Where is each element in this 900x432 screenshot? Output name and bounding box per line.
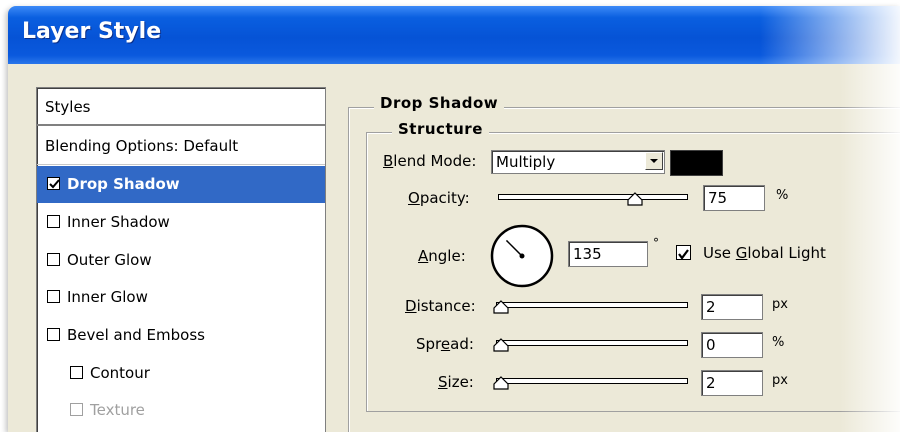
angle-input[interactable]: 135	[568, 241, 648, 267]
opacity-unit: %	[776, 188, 789, 203]
size-slider-track[interactable]	[496, 378, 688, 384]
spread-slider-track[interactable]	[496, 340, 688, 346]
chevron-down-icon[interactable]	[645, 152, 663, 170]
blend-mode-select[interactable]: Multiply	[491, 150, 665, 174]
distance-input[interactable]: 2	[701, 294, 763, 320]
use-global-light-label: Use Global Light	[703, 244, 826, 262]
spread-unit: %	[772, 335, 785, 350]
structure-title: Structure	[392, 120, 489, 138]
bevel-emboss-label: Bevel and Emboss	[67, 326, 205, 344]
distance-unit: px	[772, 297, 788, 312]
drop-shadow-section-title: Drop Shadow	[374, 94, 505, 112]
angle-unit: °	[653, 236, 659, 250]
title-bar[interactable]: Layer Style	[8, 6, 900, 64]
style-item-contour[interactable]: Contour	[37, 355, 325, 392]
texture-label: Texture	[90, 401, 145, 419]
use-global-light-checkbox[interactable]	[676, 245, 691, 260]
bevel-emboss-checkbox[interactable]	[47, 328, 60, 341]
inner-glow-checkbox[interactable]	[47, 290, 60, 303]
angle-dial[interactable]	[489, 223, 555, 289]
spread-slider-thumb[interactable]	[492, 338, 510, 352]
size-slider-thumb[interactable]	[492, 376, 510, 390]
shadow-color-swatch[interactable]	[670, 150, 723, 176]
style-item-bevel-emboss[interactable]: Bevel and Emboss	[37, 317, 325, 354]
styles-header[interactable]: Styles	[37, 88, 325, 126]
drop-shadow-checkbox[interactable]	[47, 177, 60, 190]
style-item-inner-shadow[interactable]: Inner Shadow	[37, 204, 325, 241]
opacity-slider-track[interactable]	[498, 194, 688, 200]
style-item-drop-shadow[interactable]: Drop Shadow	[37, 166, 325, 203]
inner-shadow-label: Inner Shadow	[67, 213, 170, 231]
spread-input[interactable]: 0	[701, 332, 763, 358]
window-title: Layer Style	[22, 19, 162, 44]
blending-options-item[interactable]: Blending Options: Default	[37, 128, 325, 165]
texture-checkbox	[70, 403, 83, 416]
contour-checkbox[interactable]	[70, 366, 83, 379]
structure-group	[366, 132, 900, 412]
drop-shadow-label: Drop Shadow	[67, 175, 180, 193]
distance-slider-thumb[interactable]	[492, 300, 510, 314]
blend-mode-label: Blend Mode:	[383, 152, 477, 170]
layer-style-dialog: Layer Style Styles Blending Options: Def…	[8, 6, 900, 432]
opacity-input[interactable]: 75	[703, 185, 765, 211]
blend-mode-value: Multiply	[496, 153, 556, 171]
spread-label: Spread:	[416, 335, 474, 353]
style-item-inner-glow[interactable]: Inner Glow	[37, 279, 325, 316]
distance-slider-track[interactable]	[496, 302, 688, 308]
opacity-slider-thumb[interactable]	[626, 192, 644, 206]
styles-list: Styles Blending Options: Default Drop Sh…	[36, 87, 326, 432]
distance-label: Distance:	[405, 297, 476, 315]
blending-options-label: Blending Options: Default	[45, 137, 239, 155]
size-label: Size:	[438, 373, 474, 391]
outer-glow-checkbox[interactable]	[47, 253, 60, 266]
dialog-body: Styles Blending Options: Default Drop Sh…	[8, 64, 900, 432]
outer-glow-label: Outer Glow	[67, 251, 152, 269]
size-unit: px	[772, 373, 788, 388]
contour-label: Contour	[90, 364, 150, 382]
style-item-outer-glow[interactable]: Outer Glow	[37, 242, 325, 279]
inner-glow-label: Inner Glow	[67, 288, 148, 306]
opacity-label: Opacity:	[408, 189, 470, 207]
size-input[interactable]: 2	[701, 370, 763, 396]
angle-label: Angle:	[418, 247, 466, 265]
style-item-texture: Texture	[37, 392, 325, 429]
inner-shadow-checkbox[interactable]	[47, 215, 60, 228]
